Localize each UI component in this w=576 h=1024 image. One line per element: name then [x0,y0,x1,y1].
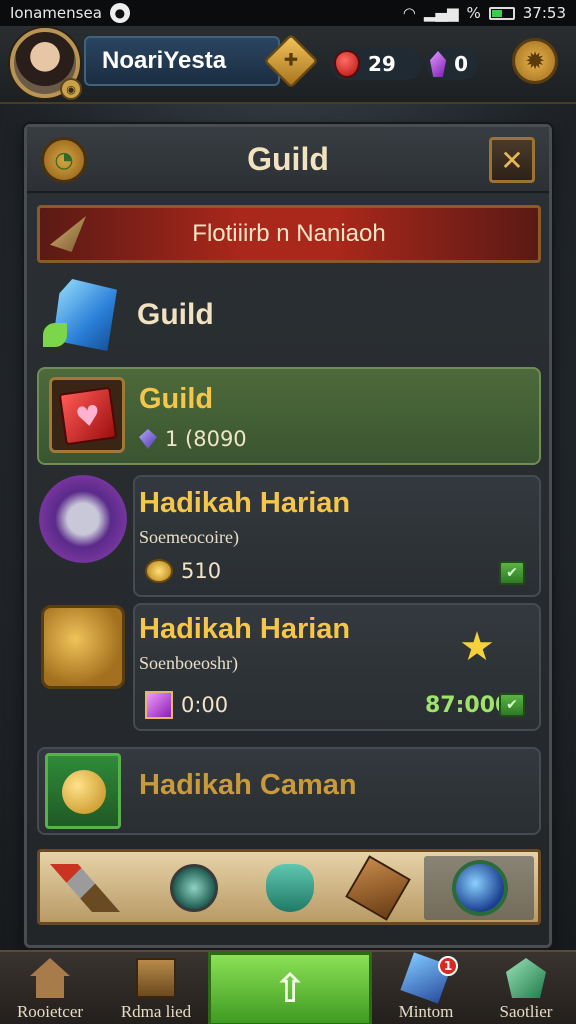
star-icon [461,631,493,661]
ruby-amount: 29 [368,52,396,76]
emerald-icon [506,958,546,998]
nav-item-saotlier[interactable]: Saotlier [476,952,576,1024]
guild-section-label: Guild [137,298,214,331]
amethyst-icon [430,51,447,77]
nav-label: Saotlier [499,1002,553,1021]
bottom-nav: Rooietcer Rdma lied ⇧ 1 Mintom Saotlier [0,950,576,1024]
amethyst-amount: 0 [454,52,468,76]
ruby-icon [334,50,360,78]
pouch-icon[interactable] [266,864,314,912]
amethyst-currency[interactable]: 0 [426,48,478,80]
panel-header: ◔ Guild ✕ [27,127,549,193]
gold-orb-icon [62,770,106,814]
home-arrow-icon: ⇧ [273,966,307,1012]
nav-label: Rdma lied [120,1002,192,1021]
signal-icon: ▂▄▆ [423,4,459,22]
orb-slot-icon[interactable] [170,864,218,912]
close-button[interactable]: ✕ [489,137,535,183]
battery-percent: % [466,4,481,22]
guild-emblem-icon: ◔ [41,137,87,183]
item-frame: ♥ [49,377,125,453]
player-name-bar[interactable]: NoariYesta [84,36,280,86]
card-value: 0:00 [145,691,228,719]
heart-box-icon: ♥ [58,386,118,446]
banner-text: Flotiiirb n Naniaoh [192,220,386,247]
notification-icon: ● [109,3,130,23]
orb-icon [39,475,127,563]
panel-title: Guild [247,140,329,177]
guild-banner[interactable]: Flotiiirb n Naniaoh [37,205,541,263]
nav-item-mirror[interactable]: Rdma lied [106,952,206,1024]
avatar-level-icon: ◉ [60,78,82,100]
notification-badge: 1 [438,956,458,976]
nav-label: Mintom [398,1002,454,1021]
gear-machine-icon [41,605,125,689]
guild-panel: ◔ Guild ✕ Flotiiirb n Naniaoh Guild ♥ Gu… [24,124,552,948]
clock: 37:53 [522,4,566,22]
quill-icon [50,216,86,252]
nav-item-mintom[interactable]: 1 Mintom [376,952,476,1024]
purple-gem-icon [145,691,173,719]
nav-item-center[interactable]: ⇧ [208,952,372,1024]
card-subtitle: Soemeocoire) [139,527,239,547]
daily-reward-card-2[interactable]: Hadikah Harian Soenboeoshr) 0:00 87:000 … [133,603,541,731]
card-price: 87:000 [425,693,511,718]
wifi-icon: ◠ [402,4,416,22]
guild-challenge-card[interactable]: Hadikah Caman [37,747,541,835]
card-subtitle: Soenboeoshr) [139,653,238,673]
house-icon [30,958,70,998]
ruby-currency[interactable]: 29 [330,48,422,80]
card-title: Hadikah Caman [139,769,357,801]
item-shelf [37,849,541,925]
card-value-text: 1 (8090 [165,427,247,451]
close-icon: ✕ [500,143,524,177]
card-title: Hadikah Harian [139,613,351,645]
blue-orb-icon[interactable] [456,864,504,912]
guild-section-row[interactable]: Guild [37,271,541,359]
card-value: 1 (8090 [139,427,247,451]
flower-icon [43,323,67,347]
gear-icon: ✹ [524,47,546,75]
card-title: Hadikah Harian [139,487,351,519]
daily-reward-card[interactable]: Hadikah Harian Soemeocoire) 510 ✔ [133,475,541,597]
mirror-icon [136,958,176,998]
gem-icon [139,429,157,449]
check-icon[interactable]: ✔ [499,561,525,585]
player-top-bar: ◉ NoariYesta ✚ 29 0 ✹ [0,26,576,104]
status-bar: Ionamensea ● ◠ ▂▄▆ % 37:53 [0,0,576,26]
settings-button[interactable]: ✹ [512,38,558,84]
nav-item-home[interactable]: Rooietcer [0,952,100,1024]
item-frame [45,753,121,829]
carrier-label: Ionamensea [10,4,102,22]
card-title: Guild [139,383,214,415]
battery-icon [488,6,515,20]
player-name: NoariYesta [102,47,227,74]
card-value-text: 510 [181,559,222,583]
check-icon[interactable]: ✔ [499,693,525,717]
nav-label: Rooietcer [16,1002,84,1021]
coin-icon [145,559,173,583]
rune-icon[interactable] [345,855,411,921]
guild-card[interactable]: ♥ Guild 1 (8090 [37,367,541,465]
card-value: 510 [145,559,221,583]
card-value-text: 0:00 [181,693,229,717]
sword-icon[interactable] [50,864,120,912]
